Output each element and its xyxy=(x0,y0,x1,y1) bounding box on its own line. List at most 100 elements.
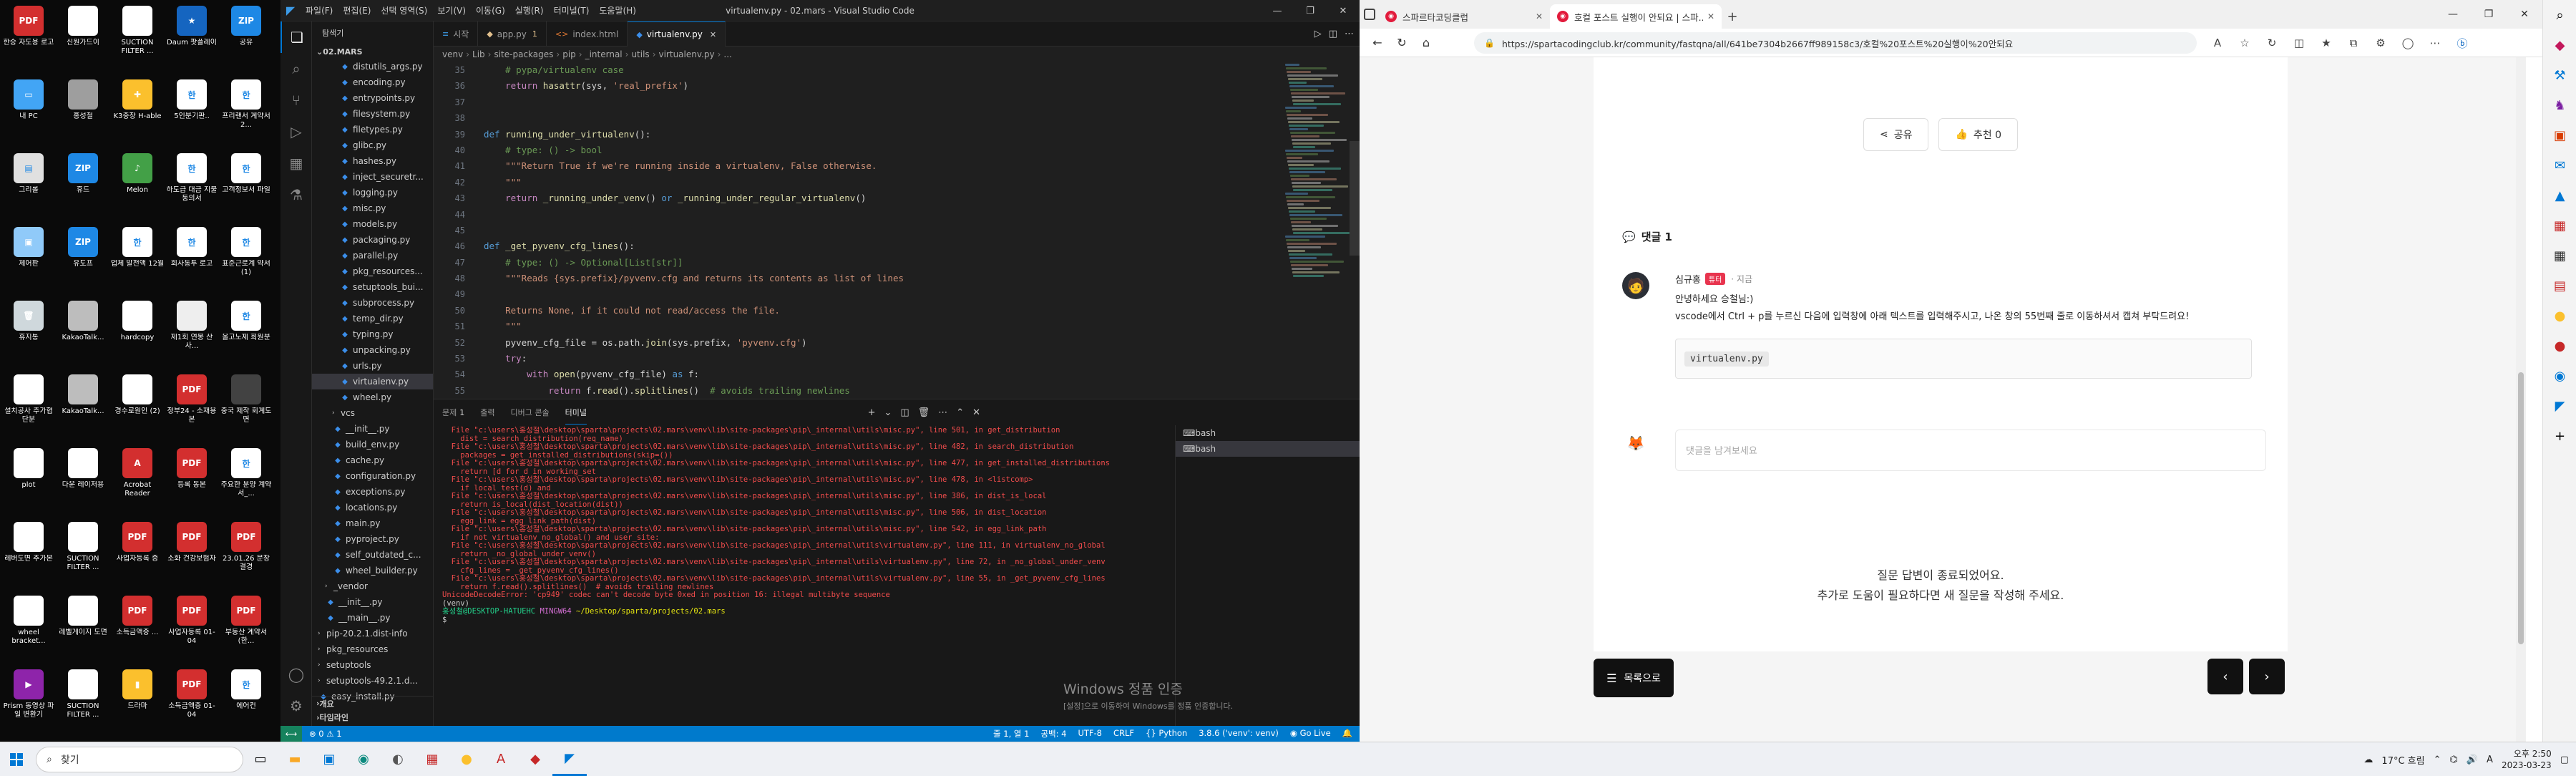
games-icon[interactable]: ♞ xyxy=(2543,90,2576,120)
desktop-icon[interactable]: 한 표준근로계 약서 (1) xyxy=(219,224,273,297)
file-tree-item[interactable]: ◆ filesystem.py xyxy=(312,106,433,122)
desktop-icon[interactable]: PDF 사업자등록 01-04 xyxy=(165,593,219,666)
desktop-icon[interactable]: 🗑 휴지통 xyxy=(1,298,56,371)
menu-item[interactable]: 터미널(T) xyxy=(549,4,595,16)
menu-item[interactable]: 보기(V) xyxy=(432,4,471,16)
desktop-icon[interactable]: 한 하도급 대금 지불 동의서 xyxy=(165,150,219,223)
code-line[interactable] xyxy=(484,286,1281,302)
task-view-icon[interactable]: ▭ xyxy=(243,743,278,776)
outline-section[interactable]: › 개요 xyxy=(312,696,433,710)
code-line[interactable] xyxy=(484,223,1281,238)
back-icon[interactable]: ← xyxy=(1365,31,1390,55)
menu-item[interactable]: 선택 영역(S) xyxy=(376,4,432,16)
split-screen-icon[interactable]: ◫ xyxy=(2285,31,2313,55)
code-line[interactable]: def running_under_virtualenv(): xyxy=(484,127,1281,142)
close-tab-icon[interactable]: ✕ xyxy=(710,30,716,39)
file-tree-item[interactable]: ◆ parallel.py xyxy=(312,248,433,263)
breadcrumb-item[interactable]: site-packages xyxy=(494,49,553,59)
comment-input[interactable]: 댓글을 남겨보세요 xyxy=(1675,430,2266,471)
app-icon[interactable]: ▤ xyxy=(2543,271,2576,301)
store-icon[interactable]: ▣ xyxy=(312,743,346,776)
account-icon[interactable]: ◯ xyxy=(280,659,312,690)
breadcrumb-item[interactable]: pip xyxy=(562,49,576,59)
file-tree-item[interactable]: ◆ inject_securetr... xyxy=(312,169,433,185)
status-item[interactable]: ◉ Go Live xyxy=(1290,728,1331,739)
panel-tab[interactable]: 디버그 콘솔 xyxy=(511,401,550,424)
run-debug-icon[interactable]: ▷ xyxy=(280,116,312,147)
desktop-icon[interactable]: PDF 소득금액증 01-04 xyxy=(165,666,219,739)
kakao-icon[interactable]: ● xyxy=(449,743,484,776)
code-line[interactable]: def _get_pyvenv_cfg_lines(): xyxy=(484,238,1281,254)
menu-item[interactable]: 실행(R) xyxy=(510,4,549,16)
extensions-icon[interactable]: ▦ xyxy=(280,147,312,179)
editor-tab[interactable]: <> index.html xyxy=(547,21,628,47)
search-icon[interactable]: ⌕ xyxy=(2543,0,2576,30)
chevron-up-icon[interactable]: ⌃ xyxy=(2434,755,2441,765)
file-tree-item[interactable]: ◆ entrypoints.py xyxy=(312,90,433,106)
address-bar[interactable]: 🔒 https://spartacodingclub.kr/community/f… xyxy=(1474,32,2197,54)
file-tree-item[interactable]: ◆ packaging.py xyxy=(312,232,433,248)
desktop-icon[interactable]: hardcopy xyxy=(110,298,165,371)
desktop-icon[interactable]: A Acrobat Reader xyxy=(110,445,165,518)
file-tree-item[interactable]: ◆ __init__.py xyxy=(312,421,433,437)
page-scrollbar[interactable] xyxy=(2516,57,2526,742)
file-tree-item[interactable]: ◆ build_env.py xyxy=(312,437,433,452)
app-icon[interactable]: ▦ xyxy=(415,743,449,776)
file-tree-item[interactable]: › _vendor xyxy=(312,578,433,594)
close-tab-icon[interactable]: ✕ xyxy=(1707,11,1714,21)
desktop-icon[interactable]: 중국 제작 회계도면 xyxy=(219,372,273,445)
file-tree-item[interactable]: ◆ locations.py xyxy=(312,500,433,515)
desktop-icon[interactable]: PDF 소화 건강보험자 xyxy=(165,519,219,592)
browser-tab[interactable]: ◉ 호컬 포스트 실행이 안되요 | 스파... ✕ xyxy=(1550,4,1722,29)
menu-item[interactable]: 이동(G) xyxy=(471,4,510,16)
breadcrumb-item[interactable]: _internal xyxy=(585,49,623,59)
split-editor-icon[interactable]: ◫ xyxy=(1329,29,1337,39)
desktop-icon[interactable]: PDF 한승 자도용 로고 xyxy=(1,3,56,76)
file-tree-item[interactable]: ◆ pyproject.py xyxy=(312,531,433,547)
desktop-icon[interactable]: 한 업체 발전액 12월 xyxy=(110,224,165,297)
status-item[interactable]: 🔔 xyxy=(1342,728,1352,739)
app-icon[interactable]: ◐ xyxy=(381,743,415,776)
input-language[interactable]: A xyxy=(2487,755,2493,765)
file-tree-item[interactable]: ◆ virtualenv.py xyxy=(312,374,433,389)
breadcrumb-item[interactable]: Lib xyxy=(472,49,485,59)
share-button[interactable]: ⋖ 공유 xyxy=(1863,118,1929,151)
settings-gear-icon[interactable]: ⚙ xyxy=(280,690,312,722)
desktop-icon[interactable]: 한 주요한 분양 계약서_... xyxy=(219,445,273,518)
status-problems[interactable]: ⊗ 0 ⚠ 1 xyxy=(309,729,342,739)
chevron-down-icon[interactable]: ⌄ xyxy=(884,407,892,418)
code-line[interactable] xyxy=(484,110,1281,126)
maximize-panel-icon[interactable]: ⌃ xyxy=(956,407,964,418)
file-tree-item[interactable]: ◆ wheel.py xyxy=(312,389,433,405)
run-icon[interactable]: ▷ xyxy=(1314,29,1322,39)
read-aloud-icon[interactable]: A xyxy=(2204,31,2231,55)
menu-item[interactable]: 편집(E) xyxy=(338,4,376,16)
file-tree-item[interactable]: ◆ wheel_builder.py xyxy=(312,563,433,578)
code-editor[interactable]: 35 36 37 38 39 40 41 42 43 44 45 46 47 48 49 50 51 52 53 54… xyxy=(434,62,1360,399)
code-line[interactable]: """Return True if we're running inside a… xyxy=(484,158,1281,174)
code-line[interactable] xyxy=(484,207,1281,223)
file-tree-item[interactable]: ◆ hashes.py xyxy=(312,153,433,169)
desktop-icon[interactable]: KakaoTalk... xyxy=(56,298,110,371)
desktop-icon[interactable]: 한 5인분기판.. xyxy=(165,77,219,150)
desktop-icon[interactable]: KakaoTalk... xyxy=(56,372,110,445)
desktop-icon[interactable]: ▤ 그리롤 xyxy=(1,150,56,223)
desktop-icon[interactable]: 한 회사통투 로고 xyxy=(165,224,219,297)
edge-icon[interactable]: ◉ xyxy=(346,743,381,776)
terminal-prompt-symbol[interactable]: $ xyxy=(442,616,1172,625)
trash-icon[interactable]: 🗑 xyxy=(918,407,930,418)
folder-header[interactable]: ⌄ 02.MARS xyxy=(312,44,433,59)
status-item[interactable]: 줄 1, 열 1 xyxy=(993,728,1029,739)
file-tree-item[interactable]: ◆ encoding.py xyxy=(312,74,433,90)
panel-tab[interactable]: 문제 1 xyxy=(442,401,464,424)
file-tree-item[interactable]: ◆ self_outdated_c... xyxy=(312,547,433,563)
new-terminal-icon[interactable]: + xyxy=(868,407,876,418)
code-line[interactable]: """Reads {sys.prefix}/pyvenv.cfg and ret… xyxy=(484,271,1281,286)
code-line[interactable]: try: xyxy=(484,351,1281,367)
more-icon[interactable]: ⋯ xyxy=(1345,29,1354,39)
code-line[interactable]: """ xyxy=(484,319,1281,334)
desktop-icon[interactable]: ZIP 휴드 xyxy=(56,150,110,223)
source-control-icon[interactable]: ⑂ xyxy=(280,84,312,116)
file-tree-item[interactable]: ◆ setuptools_bui... xyxy=(312,279,433,295)
desktop-icon[interactable]: ▭ 내 PC xyxy=(1,77,56,150)
